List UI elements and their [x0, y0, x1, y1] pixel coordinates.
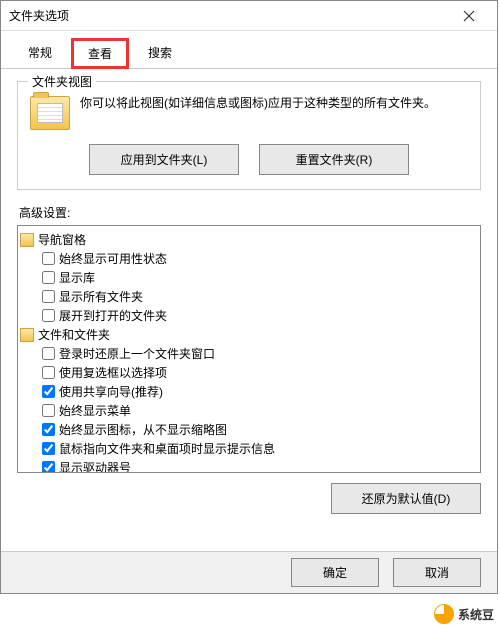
- tree-group: 文件和文件夹: [20, 325, 478, 344]
- tree-item[interactable]: 显示库: [20, 268, 478, 287]
- tree-item-label: 始终显示可用性状态: [59, 250, 167, 267]
- dialog-footer: 确定 取消: [1, 551, 497, 593]
- window-title: 文件夹选项: [9, 7, 449, 24]
- tree-group-label: 导航窗格: [38, 231, 86, 248]
- tree-item-label: 始终显示菜单: [59, 402, 131, 419]
- tab-view[interactable]: 查看: [71, 38, 129, 69]
- tree-item-label: 鼠标指向文件夹和桌面项时显示提示信息: [59, 440, 275, 457]
- tree-item-label: 登录时还原上一个文件夹窗口: [59, 345, 215, 362]
- titlebar: 文件夹选项: [1, 1, 497, 31]
- nav-pane-icon: [20, 233, 34, 247]
- tree-item-checkbox[interactable]: [42, 290, 55, 303]
- tree-item-label: 始终显示图标，从不显示缩略图: [59, 421, 227, 438]
- tree-item[interactable]: 使用共享向导(推荐): [20, 382, 478, 401]
- cancel-button[interactable]: 取消: [393, 558, 481, 587]
- tree-item-checkbox[interactable]: [42, 442, 55, 455]
- watermark: 系统豆: [434, 604, 494, 624]
- restore-defaults-button[interactable]: 还原为默认值(D): [331, 483, 481, 514]
- advanced-settings-label: 高级设置:: [19, 204, 481, 221]
- tree-item-label: 展开到打开的文件夹: [59, 307, 167, 324]
- tab-search[interactable]: 搜索: [131, 37, 189, 68]
- folder-view-group: 文件夹视图 你可以将此视图(如详细信息或图标)应用于这种类型的所有文件夹。 应用…: [17, 81, 481, 190]
- watermark-text: 系统豆: [458, 606, 494, 623]
- tree-item-checkbox[interactable]: [42, 423, 55, 436]
- tree-item[interactable]: 始终显示菜单: [20, 401, 478, 420]
- folder-options-window: 文件夹选项 常规 查看 搜索 文件夹视图 你可以将此视图(如详细信息或图标)应用…: [0, 0, 498, 594]
- tree-item-checkbox[interactable]: [42, 461, 55, 473]
- tree-item[interactable]: 登录时还原上一个文件夹窗口: [20, 344, 478, 363]
- tree-item-label: 使用复选框以选择项: [59, 364, 167, 381]
- tree-item[interactable]: 鼠标指向文件夹和桌面项时显示提示信息: [20, 439, 478, 458]
- watermark-logo-icon: [434, 604, 454, 624]
- close-button[interactable]: [449, 1, 489, 31]
- tree-group: 导航窗格: [20, 230, 478, 249]
- tree-item-label: 使用共享向导(推荐): [59, 383, 163, 400]
- tree-item[interactable]: 显示所有文件夹: [20, 287, 478, 306]
- tree-item-label: 显示库: [59, 269, 95, 286]
- tree-item-label: 显示驱动器号: [59, 459, 131, 473]
- folder-icon: [20, 328, 34, 342]
- folder-view-description: 你可以将此视图(如详细信息或图标)应用于这种类型的所有文件夹。: [80, 94, 436, 112]
- tab-strip: 常规 查看 搜索: [1, 31, 497, 69]
- tree-item-checkbox[interactable]: [42, 404, 55, 417]
- folder-icon: [30, 96, 70, 130]
- tree-item-checkbox[interactable]: [42, 271, 55, 284]
- close-icon: [463, 10, 475, 22]
- tree-item[interactable]: 展开到打开的文件夹: [20, 306, 478, 325]
- tab-general[interactable]: 常规: [11, 37, 69, 68]
- ok-button[interactable]: 确定: [291, 558, 379, 587]
- tree-item[interactable]: 显示驱动器号: [20, 458, 478, 473]
- tree-item-checkbox[interactable]: [42, 385, 55, 398]
- reset-folders-button[interactable]: 重置文件夹(R): [259, 144, 409, 175]
- tree-group-label: 文件和文件夹: [38, 326, 110, 343]
- apply-to-folders-button[interactable]: 应用到文件夹(L): [89, 144, 239, 175]
- tree-item-checkbox[interactable]: [42, 366, 55, 379]
- tree-item[interactable]: 始终显示图标，从不显示缩略图: [20, 420, 478, 439]
- tree-item[interactable]: 使用复选框以选择项: [20, 363, 478, 382]
- tree-item[interactable]: 始终显示可用性状态: [20, 249, 478, 268]
- folder-view-group-title: 文件夹视图: [28, 73, 96, 90]
- tree-item-label: 显示所有文件夹: [59, 288, 143, 305]
- tree-item-checkbox[interactable]: [42, 252, 55, 265]
- advanced-settings-tree[interactable]: 导航窗格始终显示可用性状态显示库显示所有文件夹展开到打开的文件夹文件和文件夹登录…: [17, 225, 481, 473]
- tree-item-checkbox[interactable]: [42, 347, 55, 360]
- tree-item-checkbox[interactable]: [42, 309, 55, 322]
